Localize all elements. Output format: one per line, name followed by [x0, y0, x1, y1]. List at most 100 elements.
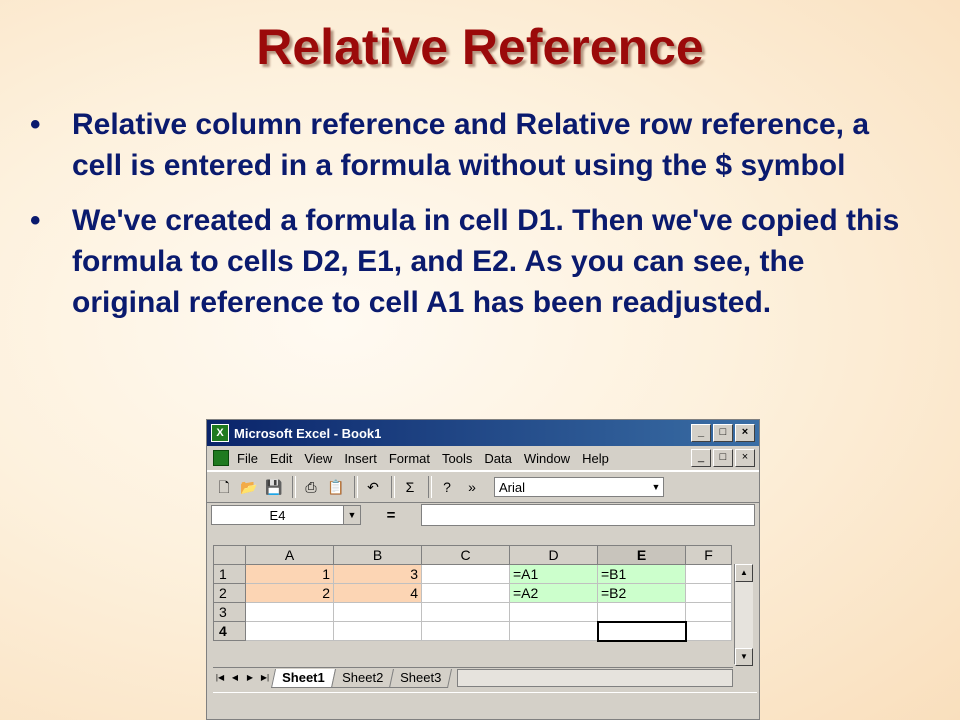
excel-window: X Microsoft Excel - Book1 _ □ × File Edi… [206, 419, 760, 720]
table-row: 4 [213, 620, 732, 642]
doc-minimize-button[interactable]: _ [691, 449, 711, 467]
next-sheet-icon[interactable]: ▶ [243, 671, 257, 685]
cell-a2[interactable]: 2 [245, 583, 334, 603]
bullet-list: • Relative column reference and Relative… [30, 104, 920, 337]
menu-view[interactable]: View [304, 451, 332, 466]
first-sheet-icon[interactable]: |◀ [213, 671, 227, 685]
row-header[interactable]: 1 [213, 564, 246, 584]
cell-a3[interactable] [245, 602, 334, 622]
menu-format[interactable]: Format [389, 451, 430, 466]
column-header-d[interactable]: D [509, 545, 598, 565]
cell-c2[interactable] [421, 583, 510, 603]
save-icon[interactable]: 💾 [263, 476, 285, 498]
table-row: 1 1 3 =A1 =B1 [213, 564, 732, 584]
undo-icon[interactable]: ↶ [362, 476, 384, 498]
workbook-icon[interactable] [213, 450, 229, 466]
cell-b1[interactable]: 3 [333, 564, 422, 584]
column-header-a[interactable]: A [245, 545, 334, 565]
window-title: Microsoft Excel - Book1 [234, 425, 382, 441]
cell-e4-active[interactable] [596, 620, 687, 642]
standard-toolbar: 🗋 📂 💾 ⎙ 📋 ↶ Σ ? » Arial ▼ [207, 471, 759, 503]
bullet-dot: • [30, 204, 41, 237]
sheet-tab-label: Sheet2 [341, 669, 383, 685]
horizontal-scrollbar[interactable] [457, 669, 733, 687]
scroll-up-icon[interactable]: ▲ [735, 564, 753, 582]
bullet-text: We've created a formula in cell D1. Then… [72, 204, 900, 319]
worksheet-grid: A B C D E F 1 1 3 =A1 =B1 2 2 4 =A2 =B2 … [213, 545, 732, 642]
excel-titlebar[interactable]: X Microsoft Excel - Book1 _ □ × [207, 420, 759, 446]
help-icon[interactable]: ? [436, 476, 458, 498]
cell-d2[interactable]: =A2 [509, 583, 598, 603]
toolbar-separator [354, 476, 358, 498]
formula-equals-icon[interactable]: = [361, 507, 421, 524]
cell-a1[interactable]: 1 [245, 564, 334, 584]
menu-tools[interactable]: Tools [442, 451, 472, 466]
status-bar [213, 692, 757, 713]
cell-f2[interactable] [685, 583, 732, 603]
menu-edit[interactable]: Edit [270, 451, 292, 466]
more-buttons-icon[interactable]: » [461, 476, 483, 498]
cell-e1[interactable]: =B1 [597, 564, 686, 584]
cell-f1[interactable] [685, 564, 732, 584]
column-header-b[interactable]: B [333, 545, 422, 565]
menu-window[interactable]: Window [524, 451, 570, 466]
autosum-icon[interactable]: Σ [399, 476, 421, 498]
cell-d4[interactable] [509, 621, 598, 641]
column-header-e[interactable]: E [597, 545, 686, 565]
cell-b4[interactable] [333, 621, 422, 641]
sheet-tab-sheet1[interactable]: Sheet1 [270, 668, 336, 688]
cell-a4[interactable] [245, 621, 334, 641]
excel-app-icon[interactable]: X [211, 424, 229, 442]
select-all-corner[interactable] [213, 545, 246, 565]
cell-e2[interactable]: =B2 [597, 583, 686, 603]
prev-sheet-icon[interactable]: ◀ [228, 671, 242, 685]
maximize-button[interactable]: □ [713, 424, 733, 442]
column-header-c[interactable]: C [421, 545, 510, 565]
toolbar-separator [391, 476, 395, 498]
cell-b3[interactable] [333, 602, 422, 622]
cell-e3[interactable] [597, 602, 686, 622]
open-icon[interactable]: 📂 [238, 476, 260, 498]
cell-f4[interactable] [685, 621, 732, 641]
name-box[interactable]: E4 ▼ [211, 505, 361, 525]
cell-c4[interactable] [421, 621, 510, 641]
minimize-button[interactable]: _ [691, 424, 711, 442]
column-header-f[interactable]: F [685, 545, 732, 565]
formula-input[interactable] [421, 504, 755, 526]
toolbar-separator [428, 476, 432, 498]
last-sheet-icon[interactable]: ▶| [258, 671, 272, 685]
menu-insert[interactable]: Insert [344, 451, 377, 466]
cell-b2[interactable]: 4 [333, 583, 422, 603]
name-box-value: E4 [269, 507, 286, 523]
close-button[interactable]: × [735, 424, 755, 442]
cell-c1[interactable] [421, 564, 510, 584]
cell-f3[interactable] [685, 602, 732, 622]
slide-title: Relative Reference [256, 19, 704, 75]
menu-data[interactable]: Data [484, 451, 511, 466]
print-icon[interactable]: ⎙ [300, 476, 322, 498]
scroll-down-icon[interactable]: ▼ [735, 648, 753, 666]
menu-help[interactable]: Help [582, 451, 609, 466]
font-selector[interactable]: Arial ▼ [494, 477, 664, 497]
bullet-text: Relative column reference and Relative r… [72, 108, 870, 182]
toolbar-separator [292, 476, 296, 498]
paste-icon[interactable]: 📋 [325, 476, 347, 498]
sheet-tab-sheet2[interactable]: Sheet2 [330, 668, 394, 688]
cell-d3[interactable] [509, 602, 598, 622]
cell-c3[interactable] [421, 602, 510, 622]
doc-restore-button[interactable]: □ [713, 449, 733, 467]
scroll-track[interactable] [735, 582, 753, 648]
menu-file[interactable]: File [237, 451, 258, 466]
chevron-down-icon[interactable]: ▼ [343, 506, 360, 524]
cell-d1[interactable]: =A1 [509, 564, 598, 584]
doc-close-button[interactable]: × [735, 449, 755, 467]
row-header[interactable]: 2 [213, 583, 246, 603]
chevron-down-icon[interactable]: ▼ [649, 482, 663, 492]
row-header[interactable]: 4 [213, 621, 246, 641]
sheet-tabs-bar: |◀ ◀ ▶ ▶| Sheet1 Sheet2 Sheet3 [213, 667, 733, 688]
row-header[interactable]: 3 [213, 602, 246, 622]
vertical-scrollbar[interactable]: ▲ ▼ [734, 564, 753, 666]
sheet-tab-sheet3[interactable]: Sheet3 [388, 668, 453, 688]
sheet-tab-label: Sheet1 [282, 669, 325, 685]
new-icon[interactable]: 🗋 [213, 476, 235, 498]
